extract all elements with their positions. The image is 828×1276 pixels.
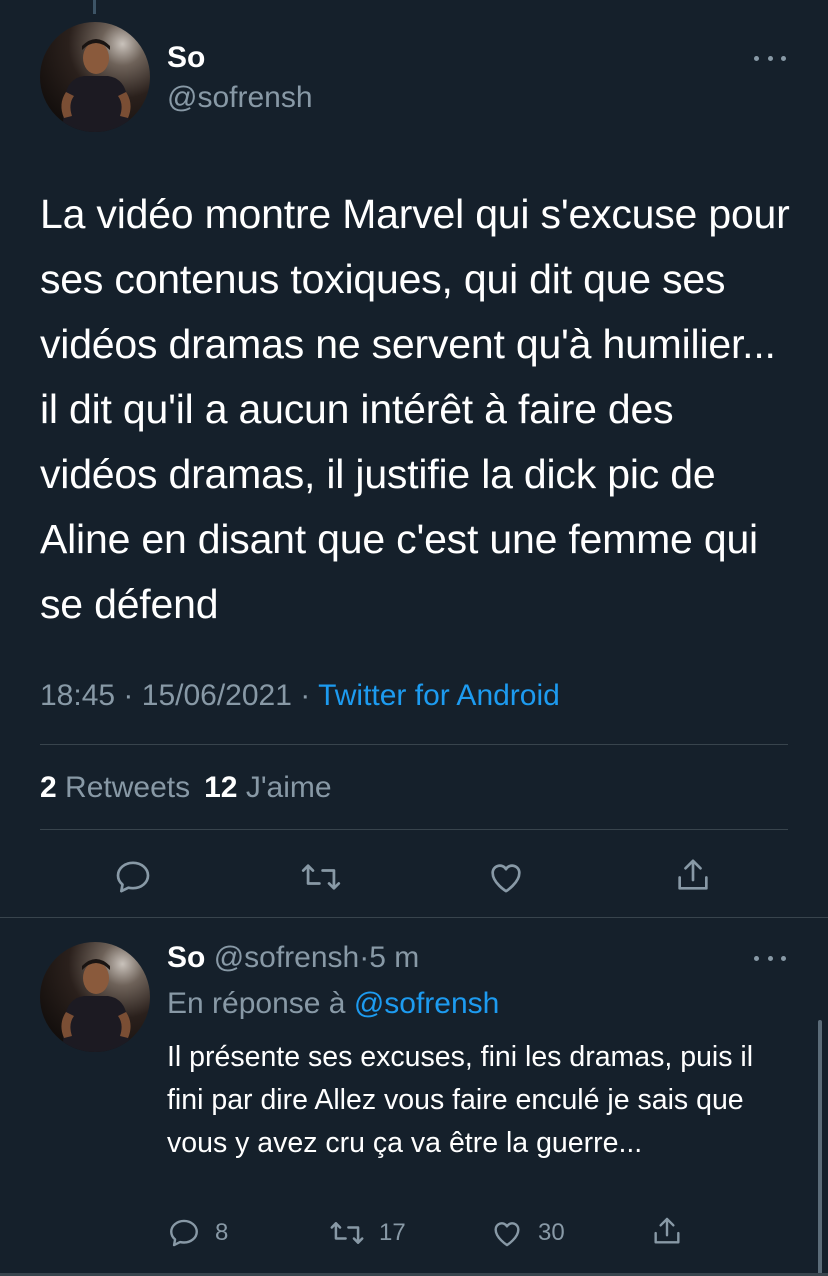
- reply-separator: ·: [359, 941, 370, 974]
- retweets-label: Retweets: [65, 771, 191, 804]
- thread-connector-line: [93, 0, 96, 14]
- author-avatar[interactable]: [40, 22, 150, 132]
- more-options-icon[interactable]: [752, 948, 788, 968]
- in-reply-prefix: En réponse à: [167, 987, 346, 1020]
- reply-like-button[interactable]: 30: [490, 1216, 565, 1250]
- divider: [40, 744, 788, 745]
- retweet-icon: [330, 1222, 364, 1244]
- reply-text: Il présente ses excuses, fini les dramas…: [167, 1041, 754, 1159]
- tweet-stats: 2 Retweets 12 J'aime: [40, 768, 332, 808]
- meta-separator: ·: [300, 679, 311, 712]
- likes-count: 12: [204, 771, 238, 804]
- tweet-metadata: 18:45 · 15/06/2021 · Twitter for Android: [40, 676, 560, 716]
- author-handle[interactable]: @sofrensh: [167, 80, 313, 116]
- divider: [40, 829, 788, 830]
- reply-time: 5 m: [369, 941, 420, 974]
- share-icon: [678, 859, 708, 890]
- retweets-count: 2: [40, 771, 57, 804]
- likes-label: J'aime: [245, 771, 332, 804]
- reply-author-avatar[interactable]: [40, 942, 150, 1052]
- share-button[interactable]: [673, 855, 713, 895]
- reply-reply-button[interactable]: 8: [167, 1216, 228, 1250]
- tweet-time: 18:45: [40, 679, 116, 712]
- avatar-photo-icon: [61, 959, 131, 1052]
- in-reply-to: En réponse à @sofrensh: [167, 984, 499, 1024]
- avatar-photo-icon: [61, 39, 131, 132]
- meta-separator: ·: [123, 679, 134, 712]
- retweets-stat[interactable]: 2 Retweets: [40, 771, 190, 804]
- share-icon: [654, 1217, 680, 1244]
- reply-author-name[interactable]: So: [167, 941, 205, 974]
- retweet-button[interactable]: [300, 857, 342, 897]
- reply-author-handle[interactable]: @sofrensh: [214, 941, 360, 974]
- tweet-source-link[interactable]: Twitter for Android: [318, 679, 560, 712]
- reply-share-button[interactable]: [650, 1214, 684, 1248]
- more-options-icon[interactable]: [752, 48, 788, 68]
- in-reply-handle-link[interactable]: @sofrensh: [354, 987, 500, 1020]
- reply-retweet-button[interactable]: 17: [329, 1216, 406, 1250]
- retweet-icon: [301, 864, 341, 890]
- tweet-text: La vidéo montre Marvel qui s'excuse pour…: [40, 191, 790, 627]
- like-button[interactable]: [486, 857, 526, 897]
- reply-header: So @sofrensh·5 m: [167, 938, 419, 978]
- scrollbar[interactable]: [818, 1020, 822, 1276]
- like-icon: [494, 1222, 520, 1247]
- reply-icon: [170, 1219, 198, 1247]
- reply-button[interactable]: [113, 857, 153, 897]
- divider: [0, 917, 828, 918]
- reply-like-count: 30: [538, 1219, 565, 1246]
- like-icon: [491, 864, 521, 893]
- likes-stat[interactable]: 12 J'aime: [204, 771, 331, 804]
- reply-retweet-count: 17: [379, 1219, 406, 1246]
- reply-count: 8: [215, 1219, 229, 1246]
- tweet-date: 15/06/2021: [141, 679, 292, 712]
- author-name[interactable]: So: [167, 40, 205, 76]
- reply-icon: [116, 861, 150, 893]
